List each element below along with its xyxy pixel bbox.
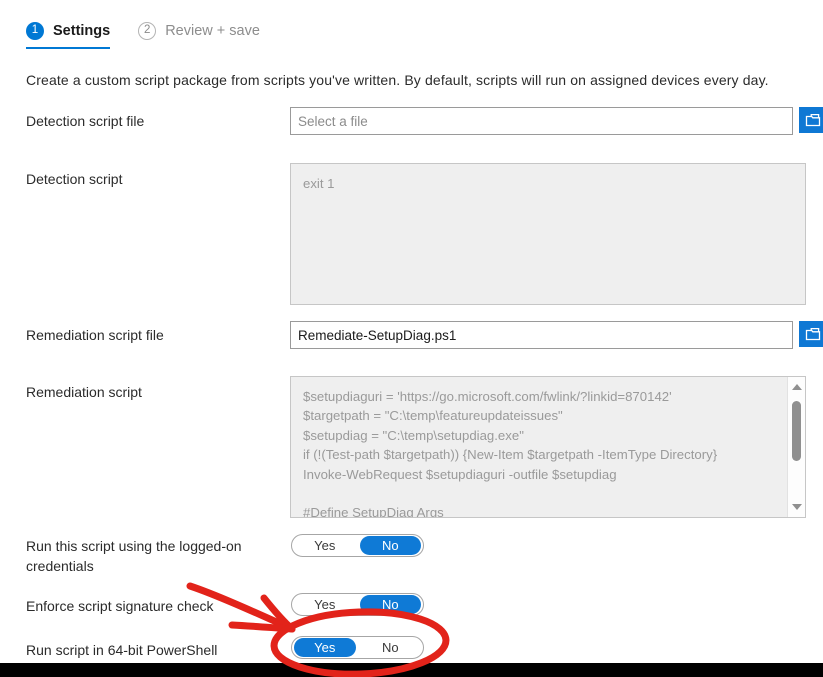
detection-script-content: exit 1 [303, 176, 335, 191]
tab-review-save-label: Review + save [165, 23, 260, 39]
triangle-up-icon[interactable] [788, 379, 805, 395]
detection-script-browse-button[interactable] [799, 107, 823, 133]
remediation-script-file-label: Remediation script file [26, 327, 164, 343]
remediation-script-textarea[interactable]: $setupdiaguri = 'https://go.microsoft.co… [290, 376, 806, 518]
run-64bit-powershell-label: Run script in 64-bit PowerShell [26, 642, 218, 658]
remediation-script-content: $setupdiaguri = 'https://go.microsoft.co… [303, 389, 718, 518]
step-number-badge: 2 [138, 22, 157, 40]
toggle-option-yes[interactable]: Yes [294, 536, 356, 555]
run-as-logged-on-toggle[interactable]: Yes No [291, 534, 424, 557]
folder-open-icon [805, 113, 821, 127]
tab-review-save[interactable]: 2 Review + save [138, 22, 260, 49]
remediation-script-browse-button[interactable] [799, 321, 823, 347]
step-number-badge: 1 [26, 22, 44, 40]
bottom-black-bar [0, 663, 823, 677]
toggle-option-no[interactable]: No [360, 638, 422, 657]
toggle-option-yes[interactable]: Yes [294, 595, 356, 614]
remediation-script-scrollbar[interactable] [787, 377, 805, 517]
remediation-script-file-row: Remediate-SetupDiag.ps1 [290, 321, 823, 349]
remediation-script-file-input[interactable]: Remediate-SetupDiag.ps1 [290, 321, 793, 349]
detection-script-textarea[interactable]: exit 1 [290, 163, 806, 305]
scrollbar-thumb[interactable] [792, 401, 801, 461]
folder-open-icon [805, 327, 821, 341]
settings-page: 1 Settings 2 Review + save Create a cust… [0, 0, 823, 677]
detection-script-file-input[interactable]: Select a file [290, 107, 793, 135]
toggle-option-no[interactable]: No [359, 536, 421, 555]
run-as-logged-on-label: Run this script using the logged-on cred… [26, 538, 242, 575]
detection-script-file-label: Detection script file [26, 113, 145, 129]
wizard-steps: 1 Settings 2 Review + save [26, 22, 260, 49]
detection-script-file-row: Select a file [290, 107, 823, 135]
remediation-script-label: Remediation script [26, 384, 142, 400]
enforce-signature-check-toggle[interactable]: Yes No [291, 593, 424, 616]
toggle-option-no[interactable]: No [359, 595, 421, 614]
triangle-down-icon[interactable] [788, 499, 805, 515]
run-64bit-powershell-toggle[interactable]: Yes No [291, 636, 424, 659]
detection-script-label: Detection script [26, 171, 123, 187]
toggle-option-yes[interactable]: Yes [294, 638, 356, 657]
enforce-signature-check-label: Enforce script signature check [26, 598, 214, 614]
page-description: Create a custom script package from scri… [26, 72, 769, 88]
tab-settings[interactable]: 1 Settings [26, 22, 111, 49]
tab-settings-label: Settings [53, 23, 111, 39]
